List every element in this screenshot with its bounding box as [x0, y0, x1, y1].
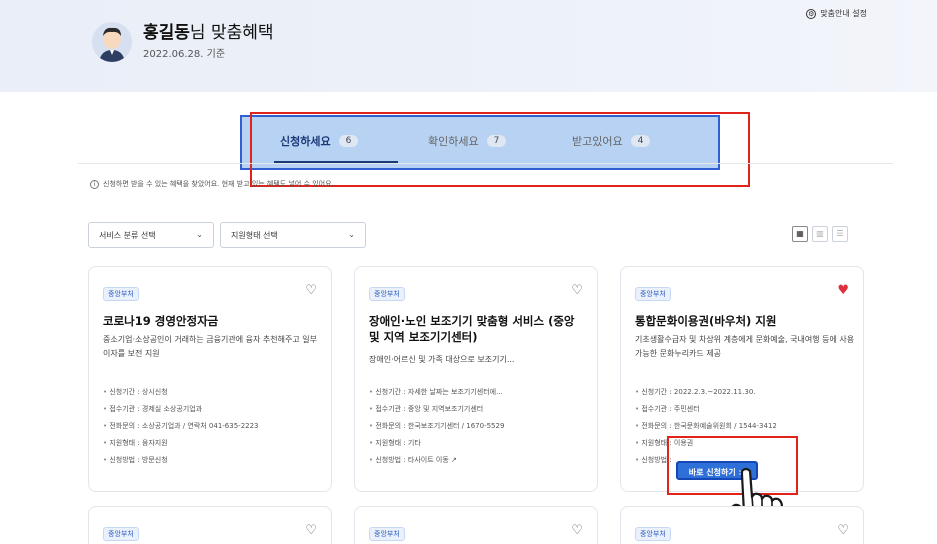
heart-icon[interactable]: ♡ [571, 523, 583, 538]
card-description: 장애인·어르신 및 가족 대상으로 보조기기... [369, 355, 515, 364]
card-title: 통합문화이용권(바우처) 지원 [635, 314, 777, 328]
card-info-list: 신청기간 : 자세한 날짜는 보조기기센터에... 접수기관 : 중앙 및 지역… [369, 387, 591, 472]
card-description: 중소기업·소상공인이 거래하는 금융기관에 융자 추천해주고 일부 이자를 보전… [103, 335, 317, 358]
divider [78, 163, 893, 164]
info-item: 지원형태 : 융자지원 [103, 438, 325, 455]
info-item: 신청기간 : 상시신청 [103, 387, 325, 404]
info-item: 신청기간 : 2022.2.3.~2022.11.30. [635, 387, 857, 404]
select-value: 서비스 분류 선택 [99, 231, 156, 240]
benefit-card[interactable]: 중앙부처 ♡ [354, 506, 598, 544]
chevron-down-icon: ⌄ [196, 230, 203, 239]
category-badge: 중앙부처 [369, 287, 405, 301]
support-type-select[interactable]: 지원형태 선택 ⌄ [220, 222, 366, 248]
info-item: 신청기간 : 자세한 날짜는 보조기기센터에... [369, 387, 591, 404]
external-link-icon[interactable]: ↗ [451, 456, 457, 464]
heart-icon[interactable]: ♡ [837, 523, 849, 538]
category-badge: 중앙부처 [635, 287, 671, 301]
card-title: 코로나19 경영안정자금 [103, 314, 219, 328]
info-item: 신청방법 : 방문신청 [103, 455, 325, 472]
category-badge: 중앙부처 [103, 287, 139, 301]
benefit-card[interactable]: 중앙부처 ♡ [620, 506, 864, 544]
info-item-text: 신청방법 : 타사이트 이동 [375, 456, 449, 464]
chevron-down-icon: ⌄ [348, 230, 355, 239]
info-item: 접수기관 : 경제실 소상공기업과 [103, 404, 325, 421]
header-banner: 홍길동님 맞춤혜택 2022.06.28. 기준 ⚙ 맞춤안내 설정 [0, 0, 937, 92]
heart-icon[interactable]: ♡ [305, 283, 317, 298]
avatar [92, 22, 132, 62]
select-value: 지원형태 선택 [231, 231, 278, 240]
info-item: 접수기관 : 주민센터 [635, 404, 857, 421]
heart-icon[interactable]: ♡ [305, 523, 317, 538]
info-item: 접수기관 : 중앙 및 지역보조기기센터 [369, 404, 591, 421]
card-info-list: 신청기간 : 상시신청 접수기관 : 경제실 소상공기업과 전화문의 : 소상공… [103, 387, 325, 472]
settings-link[interactable]: ⚙ 맞춤안내 설정 [806, 8, 867, 19]
reference-date: 2022.06.28. 기준 [143, 49, 226, 60]
benefit-card[interactable]: 중앙부처 ♡ 코로나19 경영안정자금 중소기업·소상공인이 거래하는 금융기관… [88, 266, 332, 492]
card-view-icon[interactable]: ▥ [812, 226, 828, 242]
settings-icon: ⚙ [806, 8, 817, 19]
heart-icon[interactable]: ♡ [571, 283, 583, 298]
info-item: 지원형태 : 기타 [369, 438, 591, 455]
category-badge: 중앙부처 [103, 527, 139, 541]
notice-text: 신청하면 받을 수 있는 혜택을 찾았어요. 현재 받고 있는 혜택도 넣어 수… [103, 180, 334, 188]
settings-label: 맞춤안내 설정 [820, 9, 867, 18]
tab-highlight-outline [250, 112, 750, 187]
service-category-select[interactable]: 서비스 분류 선택 ⌄ [88, 222, 214, 248]
heart-filled-icon[interactable]: ♥ [837, 283, 849, 298]
card-description: 기초생활수급자 및 차상위 계층에게 문화예술, 국내여행 등에 사용 가능한 … [635, 335, 855, 358]
grid-view-icon[interactable]: ▦ [792, 226, 808, 242]
info-icon: i [90, 179, 99, 189]
user-avatar-icon [92, 22, 132, 62]
category-badge: 중앙부처 [635, 527, 671, 541]
benefit-card[interactable]: 중앙부처 ♡ 장애인·노인 보조기기 맞춤형 서비스 (중앙 및 지역 보조기기… [354, 266, 598, 492]
title-suffix: 님 맞춤혜택 [189, 23, 274, 43]
info-item: 전화문의 : 소상공기업과 / 연락처 041-635-2223 [103, 421, 325, 438]
info-item: 신청방법 : 타사이트 이동 ↗ [369, 455, 591, 472]
list-view-icon[interactable]: ☰ [832, 226, 848, 242]
user-name: 홍길동 [143, 23, 190, 43]
notice: i 신청하면 받을 수 있는 혜택을 찾았어요. 현재 받고 있는 혜택도 넣어… [90, 179, 334, 189]
card-title: 장애인·노인 보조기기 맞춤형 서비스 (중앙 및 지역 보조기기센터) [369, 314, 575, 344]
page-title: 홍길동님 맞춤혜택 [143, 18, 274, 43]
category-badge: 중앙부처 [369, 527, 405, 541]
benefit-card[interactable]: 중앙부처 ♡ [88, 506, 332, 544]
info-item: 전화문의 : 한국보조기기센터 / 1670-5529 [369, 421, 591, 438]
view-toggle: ▦ ▥ ☰ [792, 226, 848, 242]
